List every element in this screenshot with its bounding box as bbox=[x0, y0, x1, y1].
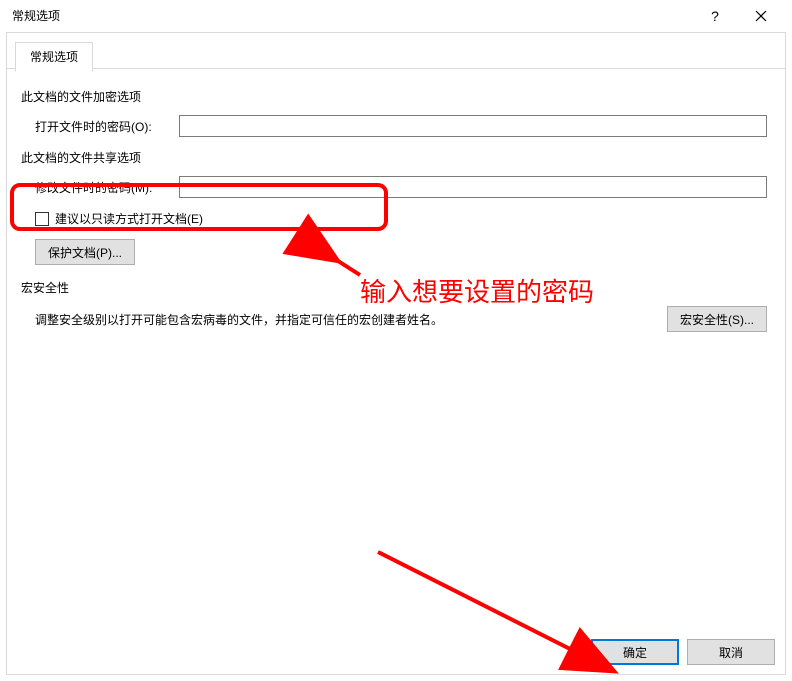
readonly-checkbox-row[interactable]: 建议以只读方式打开文档(E) bbox=[19, 210, 773, 227]
open-password-row: 打开文件时的密码(O): bbox=[19, 115, 773, 137]
macro-desc: 调整安全级别以打开可能包含宏病毒的文件，并指定可信任的宏创建者姓名。 bbox=[35, 311, 667, 328]
dialog-content: 常规选项 此文档的文件加密选项 打开文件时的密码(O): 此文档的文件共享选项 … bbox=[6, 32, 786, 675]
share-section-title: 此文档的文件共享选项 bbox=[21, 149, 773, 166]
help-button[interactable]: ? bbox=[692, 0, 738, 32]
encrypt-section-title: 此文档的文件加密选项 bbox=[21, 88, 773, 105]
ok-button[interactable]: 确定 bbox=[591, 639, 679, 665]
open-password-label: 打开文件时的密码(O): bbox=[19, 118, 179, 135]
modify-password-row: 修改文件时的密码(M): bbox=[19, 176, 773, 198]
close-icon bbox=[755, 10, 767, 22]
modify-password-label: 修改文件时的密码(M): bbox=[19, 179, 179, 196]
tab-strip: 常规选项 bbox=[7, 32, 785, 62]
readonly-checkbox[interactable] bbox=[35, 212, 49, 226]
cancel-button[interactable]: 取消 bbox=[687, 639, 775, 665]
titlebar: 常规选项 ? bbox=[0, 0, 792, 32]
tab-general-options[interactable]: 常规选项 bbox=[15, 42, 93, 72]
panel: 此文档的文件加密选项 打开文件时的密码(O): 此文档的文件共享选项 修改文件时… bbox=[7, 62, 785, 344]
macro-section-title: 宏安全性 bbox=[21, 279, 773, 296]
open-password-input[interactable] bbox=[179, 115, 767, 137]
macro-row: 调整安全级别以打开可能包含宏病毒的文件，并指定可信任的宏创建者姓名。 宏安全性(… bbox=[19, 306, 773, 332]
readonly-checkbox-label: 建议以只读方式打开文档(E) bbox=[55, 210, 203, 227]
close-button[interactable] bbox=[738, 0, 784, 32]
protect-document-button[interactable]: 保护文档(P)... bbox=[35, 239, 135, 265]
window-title: 常规选项 bbox=[8, 7, 60, 24]
dialog-footer: 确定 取消 bbox=[7, 630, 785, 674]
modify-password-input[interactable] bbox=[179, 176, 767, 198]
macro-security-button[interactable]: 宏安全性(S)... bbox=[667, 306, 767, 332]
